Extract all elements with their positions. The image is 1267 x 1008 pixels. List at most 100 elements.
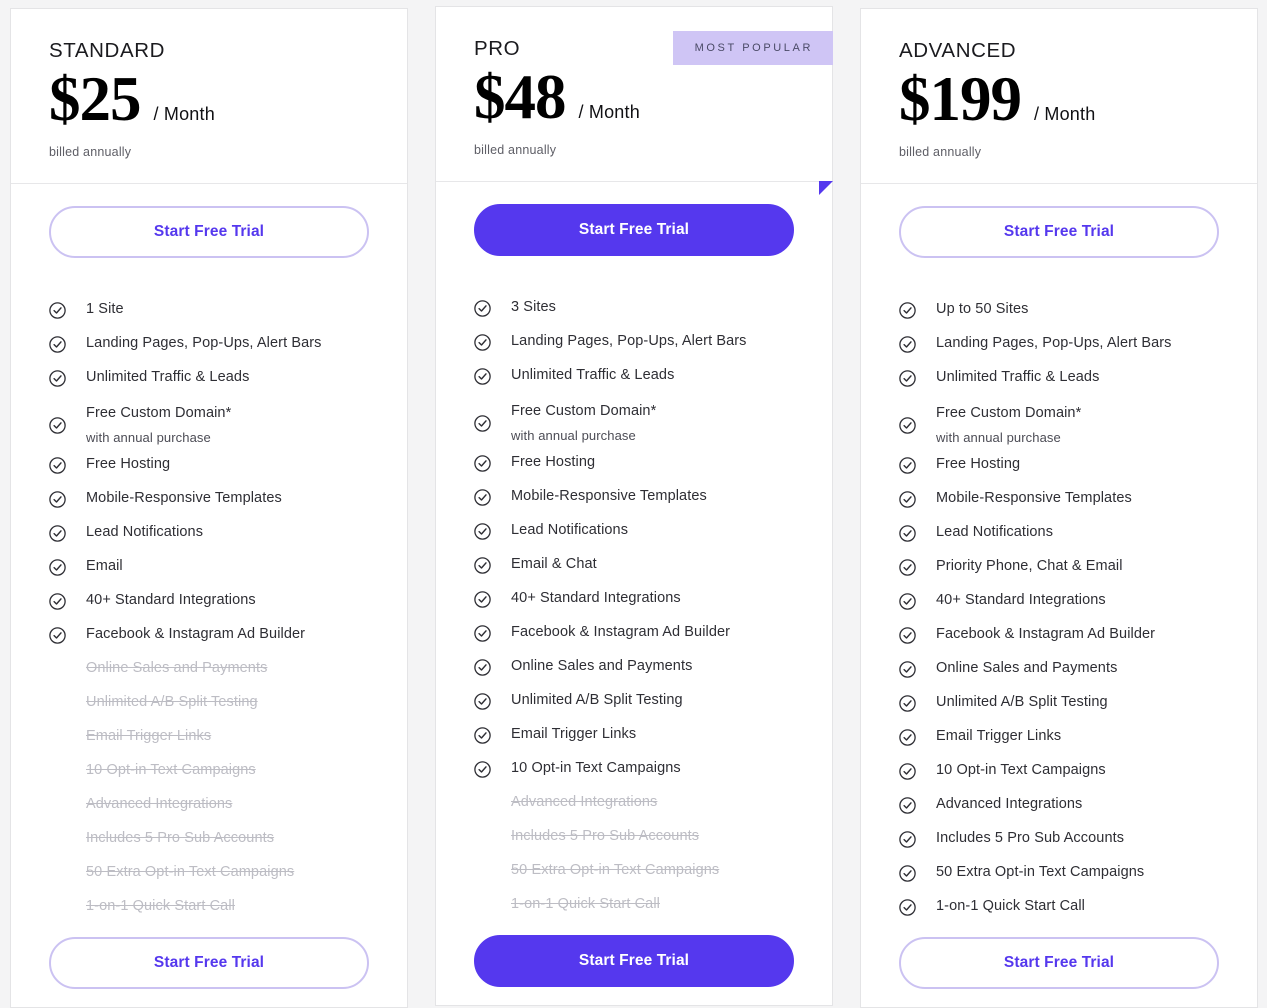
feature-text-block: Free Custom Domain* with annual purchase bbox=[86, 404, 231, 445]
check-circle-icon bbox=[474, 489, 491, 506]
feature-item: 40+ Standard Integrations bbox=[474, 585, 794, 619]
start-free-trial-button-top[interactable]: Start Free Trial bbox=[474, 204, 794, 257]
plan-name: STANDARD bbox=[49, 39, 166, 62]
feature-label: Facebook & Instagram Ad Builder bbox=[86, 626, 306, 643]
feature-item: 1-on-1 Quick Start Call bbox=[899, 893, 1219, 927]
feature-item: 10 Opt-in Text Campaigns bbox=[474, 755, 794, 789]
feature-item: Free Hosting bbox=[49, 451, 369, 485]
feature-label: Unlimited A/B Split Testing bbox=[86, 694, 258, 711]
check-circle-icon bbox=[899, 695, 916, 712]
feature-item: Unlimited Traffic & Leads bbox=[474, 362, 794, 396]
check-circle-icon bbox=[49, 302, 66, 319]
feature-label: Email & Chat bbox=[511, 556, 597, 573]
check-circle-icon bbox=[899, 525, 916, 542]
feature-label: Lead Notifications bbox=[511, 522, 629, 539]
feature-text-block: Free Custom Domain* with annual purchase bbox=[511, 402, 656, 443]
check-circle-icon bbox=[474, 368, 491, 385]
feature-item: Unlimited A/B Split Testing bbox=[899, 689, 1219, 723]
check-circle-icon bbox=[899, 661, 916, 678]
plan-price: $25 bbox=[49, 64, 141, 134]
feature-label: Advanced Integrations bbox=[86, 796, 233, 813]
billing-note: billed annually bbox=[474, 143, 557, 158]
check-circle-icon bbox=[899, 763, 916, 780]
feature-label: Free Custom Domain* bbox=[936, 405, 1082, 422]
feature-text-block: Free Custom Domain* with annual purchase bbox=[936, 404, 1081, 445]
cta-bottom-zone: Start Free Trial bbox=[436, 935, 832, 1005]
start-free-trial-button-bottom[interactable]: Start Free Trial bbox=[474, 935, 794, 988]
feature-item: Unlimited Traffic & Leads bbox=[49, 364, 369, 398]
feature-label: 1-on-1 Quick Start Call bbox=[511, 896, 660, 913]
check-circle-icon bbox=[899, 457, 916, 474]
feature-label: 40+ Standard Integrations bbox=[936, 592, 1106, 609]
feature-item: 50 Extra Opt-in Text Campaigns bbox=[899, 859, 1219, 893]
feature-item: Priority Phone, Chat & Email bbox=[899, 553, 1219, 587]
check-circle-icon bbox=[474, 761, 491, 778]
feature-item: Email Trigger Links bbox=[49, 723, 369, 757]
feature-label: Mobile-Responsive Templates bbox=[86, 490, 282, 507]
feature-label: Online Sales and Payments bbox=[511, 658, 693, 675]
price-row: $48 / Month bbox=[474, 62, 794, 132]
feature-label: 40+ Standard Integrations bbox=[86, 592, 256, 609]
check-circle-icon bbox=[49, 525, 66, 542]
pricing-card-standard: STANDARD $25 / Month billed annually Start F… bbox=[10, 8, 408, 1008]
feature-label: Free Hosting bbox=[86, 456, 171, 473]
feature-item: Free Hosting bbox=[899, 451, 1219, 485]
start-free-trial-button-bottom[interactable]: Start Free Trial bbox=[899, 937, 1219, 990]
feature-item: 10 Opt-in Text Campaigns bbox=[899, 757, 1219, 791]
feature-label: Email Trigger Links bbox=[511, 726, 637, 743]
cta-top-zone: Start Free Trial bbox=[861, 184, 1257, 259]
check-circle-icon bbox=[899, 417, 916, 434]
feature-item: 1-on-1 Quick Start Call bbox=[49, 893, 369, 927]
feature-item: Online Sales and Payments bbox=[474, 653, 794, 687]
feature-label: 1-on-1 Quick Start Call bbox=[936, 898, 1085, 915]
badge-fold-icon bbox=[819, 181, 833, 196]
check-circle-icon bbox=[474, 455, 491, 472]
check-circle-icon bbox=[49, 593, 66, 610]
feature-item: Lead Notifications bbox=[49, 519, 369, 553]
feature-item: Email bbox=[49, 553, 369, 587]
feature-item: Email & Chat bbox=[474, 551, 794, 585]
feature-label: Mobile-Responsive Templates bbox=[511, 488, 707, 505]
start-free-trial-button-bottom[interactable]: Start Free Trial bbox=[49, 937, 369, 990]
feature-label: Landing Pages, Pop-Ups, Alert Bars bbox=[86, 335, 322, 352]
plan-price: $48 bbox=[474, 62, 566, 132]
feature-label: Advanced Integrations bbox=[936, 796, 1083, 813]
feature-label: Priority Phone, Chat & Email bbox=[936, 558, 1123, 575]
check-circle-icon bbox=[49, 336, 66, 353]
feature-item: 50 Extra Opt-in Text Campaigns bbox=[49, 859, 369, 893]
most-popular-badge: MOST POPULAR bbox=[672, 31, 833, 65]
feature-item: Includes 5 Pro Sub Accounts bbox=[474, 823, 794, 857]
feature-label: Unlimited A/B Split Testing bbox=[936, 694, 1108, 711]
feature-item: Includes 5 Pro Sub Accounts bbox=[899, 825, 1219, 859]
feature-item: Landing Pages, Pop-Ups, Alert Bars bbox=[899, 330, 1219, 364]
feature-label: Unlimited Traffic & Leads bbox=[936, 369, 1100, 386]
start-free-trial-button-top[interactable]: Start Free Trial bbox=[899, 206, 1219, 259]
feature-item: Advanced Integrations bbox=[474, 789, 794, 823]
check-circle-icon bbox=[49, 417, 66, 434]
check-circle-icon bbox=[474, 659, 491, 676]
feature-item: Online Sales and Payments bbox=[49, 655, 369, 689]
feature-label: Advanced Integrations bbox=[511, 794, 658, 811]
feature-label: Unlimited A/B Split Testing bbox=[511, 692, 683, 709]
feature-label: Unlimited Traffic & Leads bbox=[511, 367, 675, 384]
price-row: $199 / Month bbox=[899, 67, 1219, 132]
feature-item: Lead Notifications bbox=[899, 519, 1219, 553]
feature-label: 10 Opt-in Text Campaigns bbox=[86, 762, 256, 779]
feature-item: Advanced Integrations bbox=[49, 791, 369, 825]
check-circle-icon bbox=[474, 727, 491, 744]
check-circle-icon bbox=[49, 370, 66, 387]
feature-label: Online Sales and Payments bbox=[86, 660, 268, 677]
price-row: $25 / Month bbox=[49, 64, 369, 134]
feature-item: Unlimited A/B Split Testing bbox=[474, 687, 794, 721]
feature-label: 50 Extra Opt-in Text Campaigns bbox=[936, 864, 1145, 881]
feature-label: Free Custom Domain* bbox=[511, 403, 657, 420]
price-period: / Month bbox=[578, 102, 640, 122]
feature-item: Advanced Integrations bbox=[899, 791, 1219, 825]
feature-item: Includes 5 Pro Sub Accounts bbox=[49, 825, 369, 859]
feature-label: 1-on-1 Quick Start Call bbox=[86, 898, 235, 915]
feature-label: Free Custom Domain* bbox=[86, 405, 232, 422]
feature-item: Lead Notifications bbox=[474, 517, 794, 551]
check-circle-icon bbox=[899, 559, 916, 576]
start-free-trial-button-top[interactable]: Start Free Trial bbox=[49, 206, 369, 259]
feature-label: 3 Sites bbox=[511, 299, 557, 316]
